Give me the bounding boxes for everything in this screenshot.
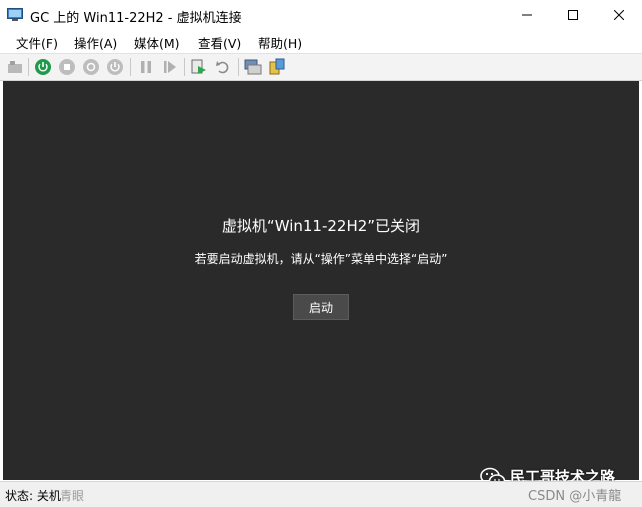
- toolbar: [0, 53, 642, 81]
- turn-off-icon[interactable]: [58, 58, 76, 76]
- toolbar-separator: [184, 58, 185, 76]
- save-state-icon[interactable]: [106, 58, 124, 76]
- menu-file[interactable]: 文件(F): [14, 33, 60, 52]
- shut-down-icon[interactable]: [82, 58, 100, 76]
- minimize-button[interactable]: [504, 0, 550, 30]
- pause-icon[interactable]: [137, 58, 155, 76]
- maximize-icon: [568, 10, 578, 20]
- vm-display[interactable]: 虚拟机“Win11-22H2”已关闭 若要启动虚拟机，请从“操作”菜单中选择“启…: [3, 81, 639, 480]
- menu-bar: 文件(F) 操作(A) 媒体(M) 查看(V) 帮助(H): [0, 30, 642, 52]
- status-ghost-text: 青眼: [60, 489, 85, 503]
- menu-action[interactable]: 操作(A): [72, 33, 119, 52]
- toolbar-separator: [238, 58, 239, 76]
- ctrl-alt-del-icon[interactable]: [6, 58, 24, 76]
- vm-connection-app-icon: [7, 7, 23, 21]
- vm-start-hint: 若要启动虚拟机，请从“操作”菜单中选择“启动”: [194, 252, 448, 266]
- checkpoint-icon[interactable]: [190, 58, 208, 76]
- vm-status-heading: 虚拟机“Win11-22H2”已关闭: [221, 217, 421, 235]
- minimize-icon: [522, 14, 532, 16]
- share-icon[interactable]: [268, 58, 286, 76]
- csdn-watermark: CSDN @小青龍: [528, 489, 622, 504]
- vm-connection-window: GC 上的 Win11-22H2 - 虚拟机连接 文件(F) 操作(A) 媒体(…: [0, 0, 642, 507]
- close-button[interactable]: [596, 0, 642, 30]
- toolbar-separator: [28, 58, 29, 76]
- menu-media[interactable]: 媒体(M): [132, 33, 182, 52]
- start-icon[interactable]: [34, 58, 52, 76]
- toolbar-separator: [130, 58, 131, 76]
- title-bar[interactable]: GC 上的 Win11-22H2 - 虚拟机连接: [0, 0, 642, 30]
- menu-help[interactable]: 帮助(H): [256, 33, 304, 52]
- resume-icon[interactable]: [161, 58, 179, 76]
- revert-icon[interactable]: [214, 58, 232, 76]
- enhanced-session-icon[interactable]: [244, 58, 262, 76]
- vm-state-text: 状态: 关机: [5, 489, 61, 503]
- start-button[interactable]: 启动: [293, 294, 349, 320]
- window-title: GC 上的 Win11-22H2 - 虚拟机连接: [30, 11, 242, 26]
- menu-view[interactable]: 查看(V): [196, 33, 243, 52]
- maximize-button[interactable]: [550, 0, 596, 30]
- status-bar: 状态: 关机 青眼 CSDN @小青龍: [0, 481, 642, 507]
- close-icon: [614, 10, 624, 20]
